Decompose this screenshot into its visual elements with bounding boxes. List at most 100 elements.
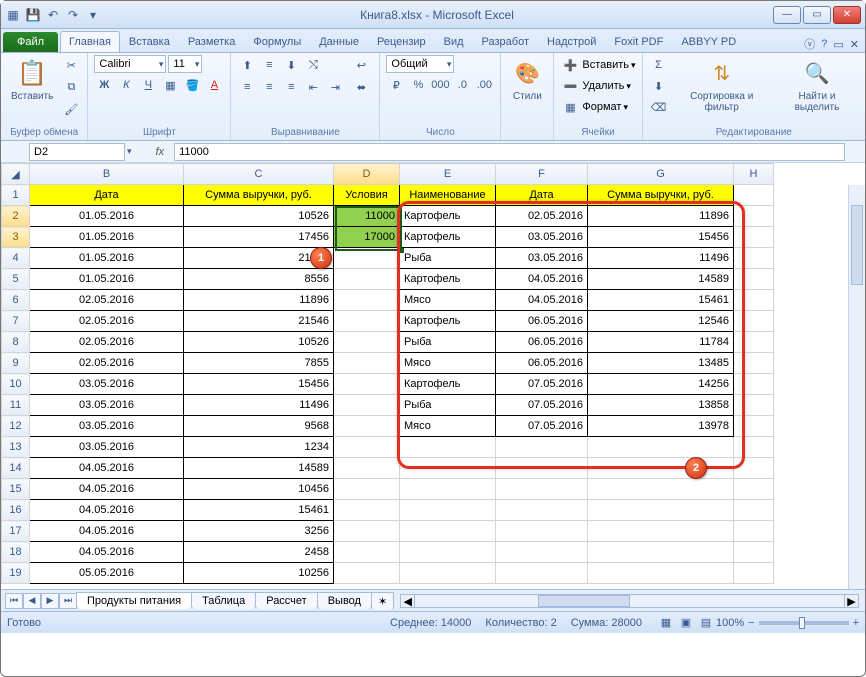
cell[interactable]: 04.05.2016 — [496, 290, 588, 311]
cell[interactable]: 11496 — [184, 395, 334, 416]
format-painter-icon[interactable]: 🖌 — [61, 99, 81, 119]
cell[interactable]: 03.05.2016 — [496, 248, 588, 269]
cell[interactable]: 13485 — [588, 353, 734, 374]
cell[interactable]: Картофель — [400, 374, 496, 395]
underline-button[interactable]: Ч — [138, 75, 158, 95]
cell[interactable] — [734, 332, 774, 353]
cell[interactable]: Картофель — [400, 206, 496, 227]
comma-icon[interactable]: 000 — [430, 75, 450, 95]
cell[interactable] — [588, 563, 734, 584]
row-header[interactable]: 1 — [2, 185, 30, 206]
cell[interactable]: 7855 — [184, 353, 334, 374]
currency-icon[interactable]: ₽ — [386, 75, 406, 95]
ribbon-minimize-icon[interactable]: ⓥ — [804, 36, 815, 52]
cell[interactable]: 15461 — [588, 290, 734, 311]
cell[interactable]: 11896 — [588, 206, 734, 227]
cell[interactable] — [496, 542, 588, 563]
cell[interactable] — [734, 269, 774, 290]
find-select-button[interactable]: 🔍Найти и выделить — [775, 55, 859, 115]
indent-inc-icon[interactable]: ⇥ — [325, 77, 345, 97]
cell[interactable] — [334, 248, 400, 269]
cell[interactable]: 06.05.2016 — [496, 311, 588, 332]
mdi-restore-icon[interactable]: ▭ — [833, 38, 843, 51]
styles-button[interactable]: 🎨Стили — [507, 55, 547, 104]
cell[interactable] — [734, 311, 774, 332]
col-header[interactable]: H — [734, 164, 774, 185]
fill-icon[interactable]: ⬇ — [649, 76, 669, 96]
tab-file[interactable]: Файл — [3, 32, 58, 52]
col-header[interactable]: C — [184, 164, 334, 185]
row-header[interactable]: 12 — [2, 416, 30, 437]
cell[interactable] — [334, 563, 400, 584]
cell[interactable] — [334, 416, 400, 437]
cell[interactable] — [588, 500, 734, 521]
row-header[interactable]: 15 — [2, 479, 30, 500]
align-right-icon[interactable]: ≡ — [281, 77, 301, 97]
save-icon[interactable]: 💾 — [25, 7, 41, 23]
worksheet-grid[interactable]: ◢BCDEFGH1ДатаСумма выручки, руб.УсловияН… — [1, 163, 865, 589]
cell[interactable]: 2458 — [184, 542, 334, 563]
tab-foxit[interactable]: Foxit PDF — [605, 31, 672, 52]
align-left-icon[interactable]: ≡ — [237, 77, 257, 97]
redo-icon[interactable]: ↷ — [65, 7, 81, 23]
cell[interactable]: 14589 — [588, 269, 734, 290]
row-header[interactable]: 3 — [2, 227, 30, 248]
align-middle-icon[interactable]: ≡ — [259, 55, 279, 75]
insert-cells-button[interactable]: ➕Вставить▾ — [560, 55, 635, 75]
format-cells-button[interactable]: ▦Формат▾ — [560, 97, 635, 117]
row-header[interactable]: 2 — [2, 206, 30, 227]
cell[interactable] — [588, 479, 734, 500]
cell[interactable]: 07.05.2016 — [496, 374, 588, 395]
cell[interactable] — [400, 437, 496, 458]
cell[interactable]: 17456 — [184, 227, 334, 248]
font-color-button[interactable]: А — [204, 75, 224, 95]
cell[interactable]: 21563 — [184, 248, 334, 269]
cell[interactable] — [734, 500, 774, 521]
zoom-out-button[interactable]: − — [748, 617, 754, 629]
cell[interactable]: 11784 — [588, 332, 734, 353]
cell[interactable] — [400, 458, 496, 479]
cell[interactable] — [734, 248, 774, 269]
clear-icon[interactable]: ⌫ — [649, 97, 669, 117]
cell[interactable] — [400, 479, 496, 500]
cell[interactable] — [734, 437, 774, 458]
cell[interactable]: 01.05.2016 — [30, 248, 184, 269]
select-all-corner[interactable]: ◢ — [2, 164, 30, 185]
bold-button[interactable]: Ж — [94, 75, 114, 95]
cell[interactable]: 3256 — [184, 521, 334, 542]
cell[interactable]: 01.05.2016 — [30, 227, 184, 248]
cell[interactable]: 15461 — [184, 500, 334, 521]
cell[interactable] — [334, 458, 400, 479]
zoom-slider[interactable] — [759, 621, 849, 625]
wrap-text-icon[interactable]: ↩ — [349, 55, 373, 75]
tab-nav-prev[interactable]: ◀ — [23, 593, 41, 609]
cell[interactable] — [496, 437, 588, 458]
cell[interactable] — [734, 353, 774, 374]
cell[interactable]: 17000 — [334, 227, 400, 248]
cell[interactable] — [588, 437, 734, 458]
align-bottom-icon[interactable]: ⬇ — [281, 55, 301, 75]
row-header[interactable]: 17 — [2, 521, 30, 542]
cell[interactable] — [334, 269, 400, 290]
cell[interactable]: 9568 — [184, 416, 334, 437]
cell[interactable]: 04.05.2016 — [30, 479, 184, 500]
cell[interactable]: 06.05.2016 — [496, 332, 588, 353]
cell[interactable] — [334, 395, 400, 416]
tab-dev[interactable]: Разработ — [473, 31, 538, 52]
header-cell[interactable]: Наименование — [400, 185, 496, 206]
cell[interactable]: 02.05.2016 — [30, 290, 184, 311]
header-cell[interactable]: Сумма выручки, руб. — [588, 185, 734, 206]
tab-nav-next[interactable]: ▶ — [41, 593, 59, 609]
cell[interactable]: 12546 — [588, 311, 734, 332]
fill-color-button[interactable]: 🪣 — [182, 75, 202, 95]
cell[interactable]: Картофель — [400, 311, 496, 332]
cell[interactable] — [334, 521, 400, 542]
tab-nav-first[interactable]: ⏮ — [5, 593, 23, 609]
row-header[interactable]: 7 — [2, 311, 30, 332]
namebox-dropdown-icon[interactable]: ▾ — [127, 146, 132, 157]
fx-icon[interactable]: fx — [156, 146, 165, 158]
formula-bar[interactable]: 11000 — [174, 143, 845, 161]
tab-view[interactable]: Вид — [435, 31, 473, 52]
cell[interactable]: 03.05.2016 — [30, 374, 184, 395]
cell[interactable]: 14589 — [184, 458, 334, 479]
